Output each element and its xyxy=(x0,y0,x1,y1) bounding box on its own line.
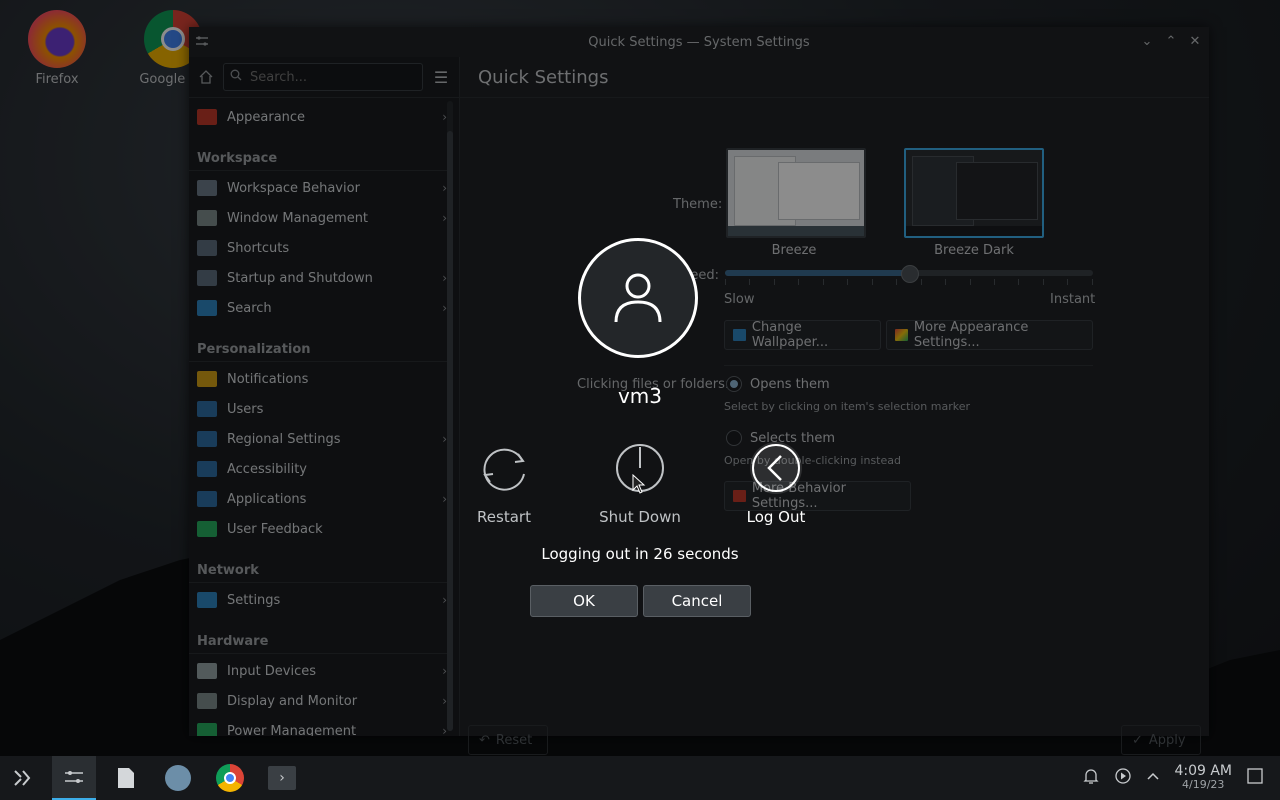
taskbar-discover[interactable] xyxy=(156,756,200,800)
log-out-icon xyxy=(750,442,802,494)
clock-time: 4:09 AM xyxy=(1174,763,1232,779)
media-player-icon[interactable] xyxy=(1114,767,1132,789)
document-icon xyxy=(118,768,134,788)
taskbar-chrome[interactable] xyxy=(208,756,252,800)
settings-sliders-icon xyxy=(65,771,83,783)
show-desktop-icon[interactable] xyxy=(1246,767,1264,789)
discover-icon xyxy=(165,765,191,791)
clock-date: 4/19/23 xyxy=(1182,778,1225,791)
avatar xyxy=(578,238,698,358)
taskbar-terminal[interactable]: › xyxy=(260,756,304,800)
taskbar-file-manager[interactable] xyxy=(104,756,148,800)
launcher-icon xyxy=(14,770,31,786)
log-out-action[interactable]: Log Out xyxy=(716,442,836,526)
notifications-icon[interactable] xyxy=(1082,767,1100,789)
application-launcher[interactable] xyxy=(0,756,44,800)
logout-countdown: Logging out in 26 seconds xyxy=(541,545,739,563)
username: vm3 xyxy=(617,384,663,408)
clock[interactable]: 4:09 AM 4/19/23 xyxy=(1174,764,1232,792)
cancel-button[interactable]: Cancel xyxy=(643,585,751,617)
chevron-up-icon[interactable] xyxy=(1146,769,1160,787)
chrome-icon xyxy=(216,764,244,792)
ok-button[interactable]: OK xyxy=(530,585,638,617)
terminal-icon: › xyxy=(268,766,296,790)
mouse-cursor-icon xyxy=(632,474,646,494)
taskbar-system-settings[interactable] xyxy=(52,756,96,800)
restart-icon xyxy=(478,442,530,494)
user-icon xyxy=(614,273,662,323)
system-tray: 4:09 AM 4/19/23 xyxy=(1082,756,1280,800)
taskbar: › 4:09 AM 4/19/23 xyxy=(0,756,1280,800)
restart-action[interactable]: Restart xyxy=(444,442,564,526)
logout-overlay: vm3 Restart Shut Down Log Out Logging ou… xyxy=(0,0,1280,760)
